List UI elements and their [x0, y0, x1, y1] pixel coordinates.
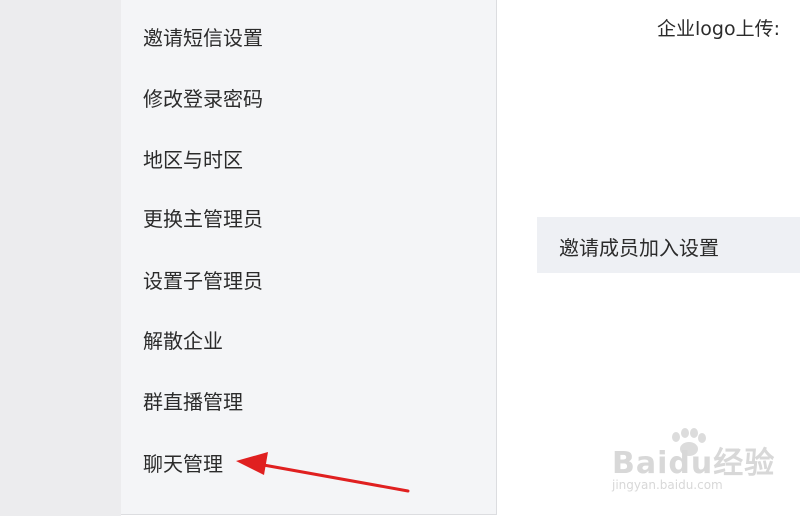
baidu-watermark: Baidu经验 jingyan.baidu.com — [612, 428, 792, 498]
logo-upload-label: 企业logo上传: — [657, 18, 780, 40]
left-gutter — [0, 0, 121, 516]
invite-members-label[interactable]: 邀请成员加入设置 — [559, 232, 719, 261]
sidebar-item-set-sub-admin[interactable]: 设置子管理员 — [143, 269, 263, 293]
watermark-url: jingyan.baidu.com — [612, 478, 723, 492]
sidebar-item-region-timezone[interactable]: 地区与时区 — [143, 148, 243, 172]
sidebar-item-change-main-admin[interactable]: 更换主管理员 — [143, 207, 263, 231]
sidebar-item-dissolve-company[interactable]: 解散企业 — [143, 329, 223, 353]
settings-sidebar: 邀请短信设置 修改登录密码 地区与时区 更换主管理员 设置子管理员 解散企业 群… — [121, 0, 497, 515]
sidebar-item-group-live[interactable]: 群直播管理 — [143, 390, 243, 414]
sidebar-item-chat-management[interactable]: 聊天管理 — [143, 452, 223, 476]
invite-members-panel[interactable]: 邀请成员加入设置 — [537, 217, 800, 273]
settings-page: 邀请短信设置 修改登录密码 地区与时区 更换主管理员 设置子管理员 解散企业 群… — [0, 0, 800, 516]
sidebar-item-change-password[interactable]: 修改登录密码 — [143, 87, 263, 111]
watermark-brand: Baidu经验 — [612, 446, 776, 481]
sidebar-item-invite-sms[interactable]: 邀请短信设置 — [143, 26, 263, 50]
